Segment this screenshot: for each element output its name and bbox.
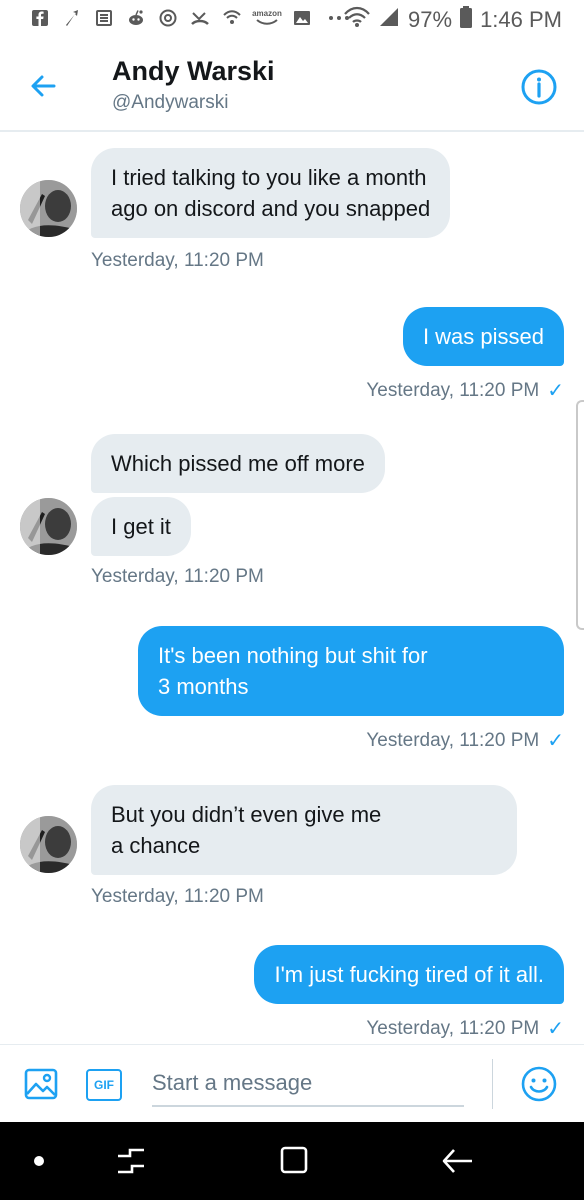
reddit-icon <box>126 8 146 28</box>
emoji-icon <box>521 1066 557 1102</box>
recent-apps-button[interactable] <box>114 1146 148 1176</box>
message-bubble-outgoing[interactable]: I was pissed <box>402 307 564 366</box>
contact-name: Andy Warski <box>112 56 275 86</box>
message-bubble-outgoing[interactable]: I'm just fucking tired of it all. <box>254 945 564 1004</box>
message-text-line: It's been nothing but shit for <box>158 643 428 668</box>
message-list[interactable]: I tried talking to you like a month ago … <box>0 132 584 1044</box>
missed-call-icon <box>190 8 210 28</box>
gif-label: GIF <box>94 1078 114 1092</box>
message-text-line: I get it <box>111 514 171 539</box>
clock: 1:46 PM <box>480 7 562 32</box>
avatar-photo <box>20 816 77 873</box>
message-text-line: I'm just fucking tired of it all. <box>274 962 544 987</box>
wifi-call-icon <box>222 8 242 28</box>
back-button[interactable] <box>24 66 64 106</box>
message-timestamp: Yesterday, 11:20 PM <box>366 379 540 401</box>
image-icon <box>24 1068 58 1100</box>
status-bar: amazon 97% 1:46 PM <box>0 0 584 40</box>
message-text-line: a chance <box>111 833 201 858</box>
notification-icon <box>62 8 82 28</box>
avatar[interactable] <box>20 816 77 873</box>
news-icon <box>94 8 114 28</box>
facebook-icon <box>30 8 50 28</box>
home-button[interactable] <box>278 1144 310 1176</box>
message-input[interactable] <box>152 1061 464 1107</box>
message-text-line: I was pissed <box>422 324 544 349</box>
conversation-info-button[interactable] <box>520 68 558 106</box>
back-arrow-icon <box>31 75 56 97</box>
composer-divider <box>492 1059 493 1109</box>
nav-indicator-dot[interactable] <box>34 1156 44 1166</box>
message-bubble-incoming[interactable]: I tried talking to you like a month ago … <box>91 148 451 238</box>
message-timestamp-row: Yesterday, 11:20 PM ✓ <box>366 728 564 753</box>
message-composer: GIF <box>0 1044 584 1122</box>
scrollbar[interactable] <box>576 400 584 630</box>
battery-percent: 97% <box>408 7 453 32</box>
message-timestamp-row: Yesterday, 11:20 PM ✓ <box>366 1016 564 1041</box>
system-navigation-bar <box>0 1122 584 1200</box>
status-right: 97% 1:46 PM <box>344 6 562 34</box>
recent-apps-icon <box>118 1148 144 1174</box>
add-gif-button[interactable]: GIF <box>86 1069 122 1101</box>
system-back-icon <box>442 1149 472 1173</box>
message-bubble-outgoing[interactable]: It's been nothing but shit for 3 months <box>138 626 564 716</box>
system-back-button[interactable] <box>440 1146 474 1176</box>
sent-check-icon: ✓ <box>547 1018 564 1040</box>
message-timestamp: Yesterday, 11:20 PM <box>91 250 264 271</box>
message-text-line: But you didn’t even give me <box>111 802 382 827</box>
signal-icon <box>378 6 400 34</box>
avatar-photo <box>20 180 77 237</box>
message-timestamp: Yesterday, 11:20 PM <box>91 566 264 587</box>
message-timestamp: Yesterday, 11:20 PM <box>366 1017 540 1039</box>
message-timestamp-row: Yesterday, 11:20 PM ✓ <box>366 378 564 403</box>
battery-icon <box>460 6 473 34</box>
info-icon <box>521 69 557 105</box>
message-timestamp: Yesterday, 11:20 PM <box>91 886 264 907</box>
message-bubble-incoming[interactable]: I get it <box>91 497 191 556</box>
amazon-icon: amazon <box>252 8 282 28</box>
avatar-photo <box>20 498 77 555</box>
message-bubble-incoming[interactable]: But you didn’t even give me a chance <box>91 785 517 875</box>
amazon-label: amazon <box>252 9 282 18</box>
message-text-line: ago on discord and you snapped <box>111 196 431 221</box>
emoji-button[interactable] <box>520 1065 558 1103</box>
sent-check-icon: ✓ <box>547 380 564 402</box>
message-timestamp: Yesterday, 11:20 PM <box>366 729 540 751</box>
sent-check-icon: ✓ <box>547 730 564 752</box>
avatar[interactable] <box>20 180 77 237</box>
contact-handle: @Andywarski <box>112 92 229 113</box>
message-bubble-incoming[interactable]: Which pissed me off more <box>91 434 385 493</box>
status-left-icons: amazon <box>30 8 354 28</box>
message-text-line: Which pissed me off more <box>111 451 365 476</box>
wifi-icon <box>344 6 370 34</box>
home-icon <box>280 1146 308 1174</box>
image-icon <box>292 8 312 28</box>
threads-icon <box>158 8 178 28</box>
avatar[interactable] <box>20 498 77 555</box>
add-photo-button[interactable] <box>24 1067 58 1101</box>
message-text-line: I tried talking to you like a month <box>111 165 427 190</box>
message-text-line: 3 months <box>158 674 249 699</box>
conversation-header: Andy Warski @Andywarski <box>0 40 584 132</box>
